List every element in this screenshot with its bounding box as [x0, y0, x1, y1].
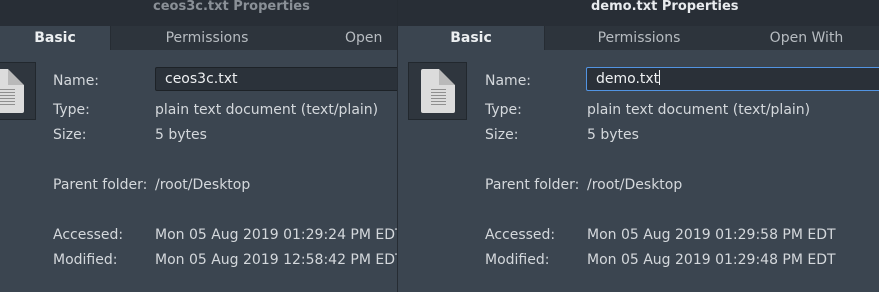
window-title: ceos3c.txt Properties [153, 0, 310, 14]
type-label: Type: [53, 102, 90, 118]
window-titlebar[interactable]: ceos3c.txt Properties [0, 0, 397, 26]
name-field[interactable]: ceos3c.txt [155, 67, 397, 91]
parent-folder-label: Parent folder: [53, 177, 148, 193]
text-file-icon [0, 62, 36, 120]
modified-value: Mon 05 Aug 2019 12:58:42 PM EDT [155, 252, 398, 268]
type-value: plain text document (text/plain) [155, 102, 379, 118]
text-caret [659, 70, 661, 85]
tab-open-with[interactable]: Open With [734, 26, 879, 50]
tab-basic[interactable]: Basic [0, 26, 111, 51]
basic-tab-panel: Name: demo.txt Type: plain text document… [398, 50, 879, 292]
name-field-text: demo.txt [596, 71, 660, 87]
type-label: Type: [485, 102, 522, 118]
parent-folder-value: /root/Desktop [587, 177, 683, 193]
tab-bar: Basic Permissions Open [0, 26, 397, 51]
size-label: Size: [53, 127, 87, 143]
parent-folder-label: Parent folder: [485, 177, 580, 193]
accessed-value: Mon 05 Aug 2019 01:29:24 PM EDT [155, 227, 398, 243]
tab-permissions[interactable]: Permissions [112, 26, 302, 50]
basic-tab-panel: Name: ceos3c.txt Type: plain text docume… [0, 50, 397, 292]
text-file-icon [408, 62, 467, 120]
size-value: 5 bytes [155, 127, 207, 143]
tab-basic[interactable]: Basic [398, 26, 545, 51]
window-title: demo.txt Properties [591, 0, 739, 14]
tab-open-with[interactable]: Open [345, 26, 397, 50]
modified-label: Modified: [485, 252, 550, 268]
name-label: Name: [485, 73, 532, 89]
accessed-value: Mon 05 Aug 2019 01:29:58 PM EDT [587, 227, 836, 243]
parent-folder-value: /root/Desktop [155, 177, 251, 193]
modified-value: Mon 05 Aug 2019 01:29:48 PM EDT [587, 252, 836, 268]
tab-bar: Basic Permissions Open With [398, 26, 879, 51]
window-titlebar[interactable]: demo.txt Properties [398, 0, 879, 26]
modified-label: Modified: [53, 252, 118, 268]
tab-permissions[interactable]: Permissions [544, 26, 734, 50]
size-value: 5 bytes [587, 127, 639, 143]
name-field[interactable]: demo.txt [586, 67, 879, 91]
accessed-label: Accessed: [53, 227, 124, 243]
accessed-label: Accessed: [485, 227, 556, 243]
properties-window-ceos3c: ceos3c.txt Properties Basic Permissions … [0, 0, 398, 292]
type-value: plain text document (text/plain) [587, 102, 811, 118]
properties-window-demo: demo.txt Properties Basic Permissions Op… [398, 0, 879, 292]
size-label: Size: [485, 127, 519, 143]
name-label: Name: [53, 73, 100, 89]
